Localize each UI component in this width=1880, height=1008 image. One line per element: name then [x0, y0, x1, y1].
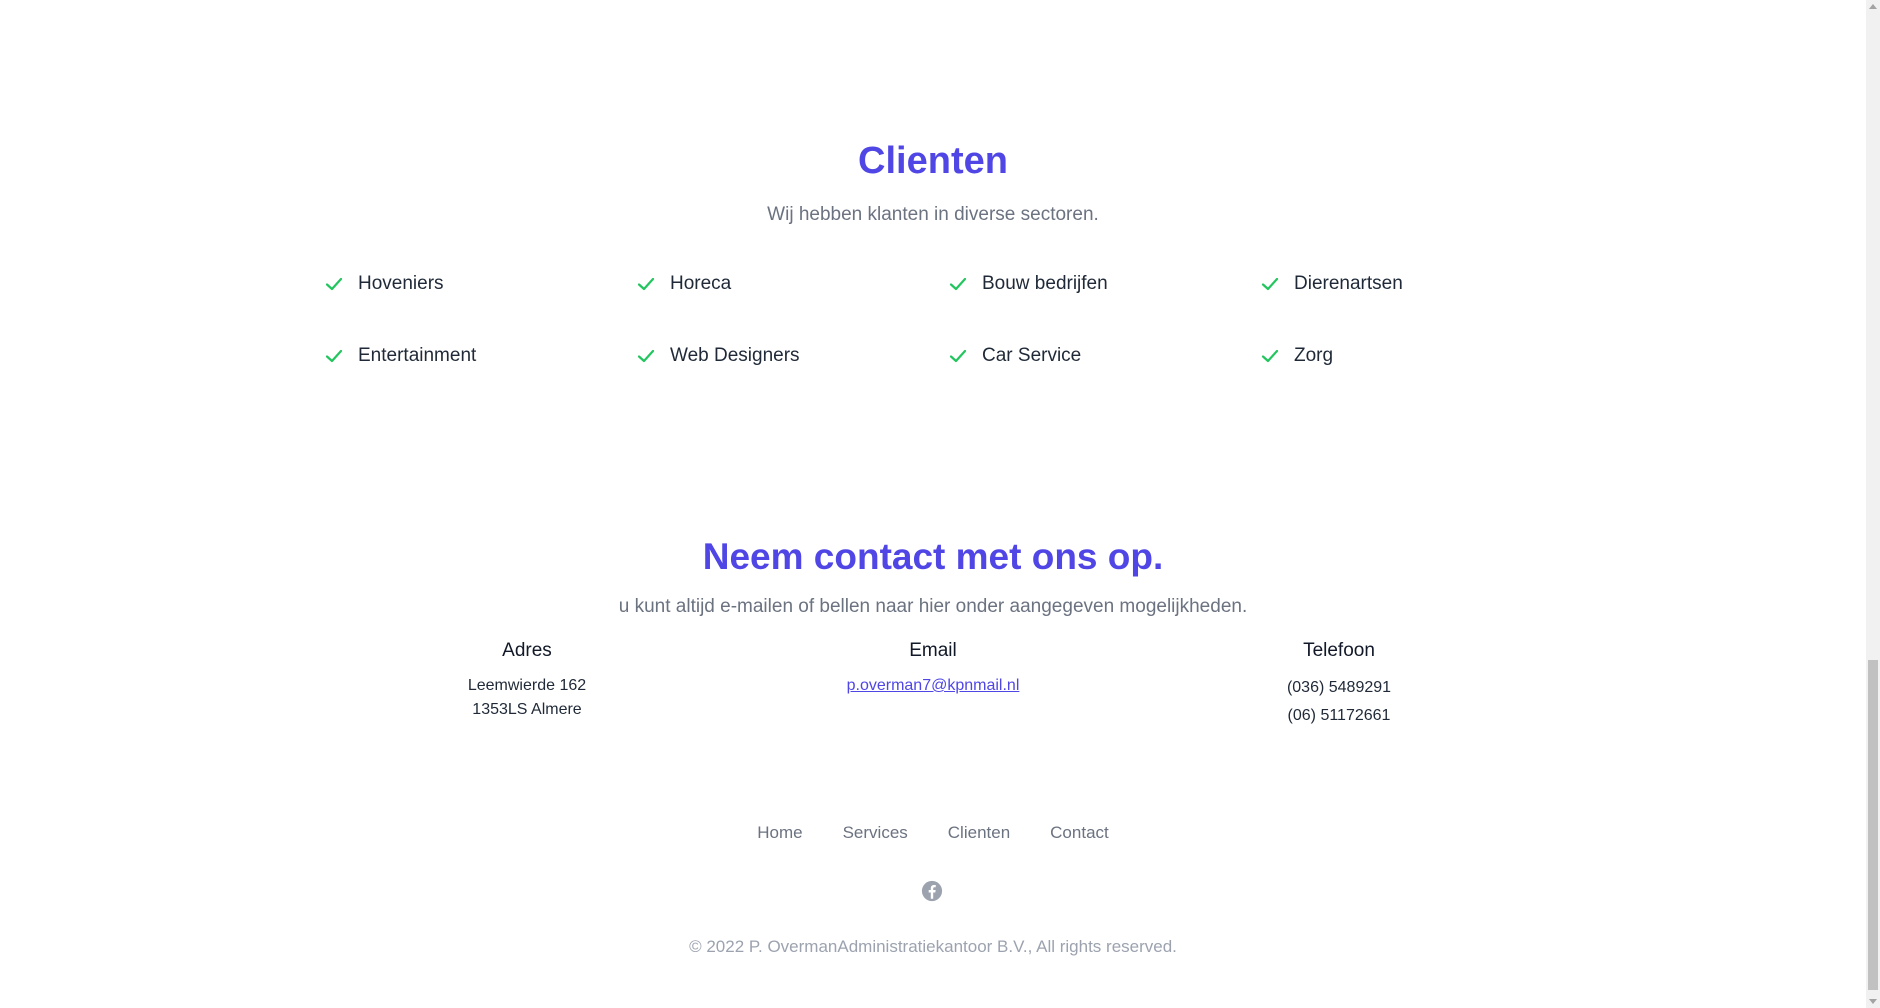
client-label: Dierenartsen	[1294, 273, 1403, 294]
check-icon	[637, 349, 655, 363]
check-icon	[325, 349, 343, 363]
copyright-text: © 2022 P. OvermanAdministratiekantoor B.…	[689, 937, 1177, 956]
check-icon	[949, 277, 967, 291]
address-line-2: 1353LS Almere	[472, 701, 582, 718]
client-label: Bouw bedrijfen	[982, 273, 1108, 294]
clients-subtitle: Wij hebben klanten in diverse sectoren.	[767, 204, 1099, 225]
footer-link-services[interactable]: Services	[843, 823, 908, 843]
address-heading: Adres	[502, 640, 552, 661]
client-label: Entertainment	[358, 345, 477, 366]
client-label: Horeca	[670, 273, 732, 294]
page: Clienten Wij hebben klanten in diverse s…	[0, 0, 1866, 1008]
contact-phone: Telefoon (036) 5489291 (06) 51172661	[1189, 640, 1489, 730]
footer-link-contact[interactable]: Contact	[1050, 823, 1109, 843]
client-label: Web Designers	[670, 345, 800, 366]
scroll-up-arrow-icon[interactable]	[1869, 4, 1877, 9]
phone-heading: Telefoon	[1303, 640, 1375, 661]
address-line-1: Leemwierde 162	[467, 677, 587, 694]
check-icon	[1261, 349, 1279, 363]
client-item: Web Designers	[636, 342, 948, 370]
client-item: Dierenartsen	[1260, 270, 1572, 298]
clients-grid: Hoveniers Horeca Bouw bedrijfen Dierenar…	[324, 270, 1572, 370]
check-icon	[325, 277, 343, 291]
client-item: Car Service	[948, 342, 1260, 370]
footer-link-clienten[interactable]: Clienten	[948, 823, 1010, 843]
check-icon	[637, 277, 655, 291]
scroll-down-arrow-icon[interactable]	[1869, 999, 1877, 1004]
footer-link-home[interactable]: Home	[757, 823, 802, 843]
client-item: Horeca	[636, 270, 948, 298]
client-item: Bouw bedrijfen	[948, 270, 1260, 298]
check-icon	[949, 349, 967, 363]
scrollbar-thumb[interactable]	[1868, 660, 1878, 990]
contact-email: Email p.overman7@kpnmail.nl	[783, 640, 1083, 698]
email-heading: Email	[909, 640, 957, 661]
client-label: Car Service	[982, 345, 1082, 366]
client-item: Entertainment	[324, 342, 636, 370]
vertical-scrollbar[interactable]	[1866, 0, 1880, 1008]
contact-subtitle: u kunt altijd e-mailen of bellen naar hi…	[618, 596, 1248, 617]
client-item: Hoveniers	[324, 270, 636, 298]
phone-number-1: (036) 5489291	[1286, 679, 1392, 696]
client-item: Zorg	[1260, 342, 1572, 370]
email-link[interactable]: p.overman7@kpnmail.nl	[847, 677, 1020, 694]
clients-heading: Clienten	[858, 140, 1008, 182]
footer-nav: Home Services Clienten Contact	[0, 823, 1866, 843]
contact-heading: Neem contact met ons op.	[702, 536, 1164, 577]
contact-address: Adres Leemwierde 162 1353LS Almere	[377, 640, 677, 722]
facebook-icon[interactable]	[921, 880, 943, 902]
phone-number-2: (06) 51172661	[1287, 707, 1391, 724]
client-label: Hoveniers	[358, 273, 444, 294]
check-icon	[1261, 277, 1279, 291]
client-label: Zorg	[1294, 345, 1334, 366]
